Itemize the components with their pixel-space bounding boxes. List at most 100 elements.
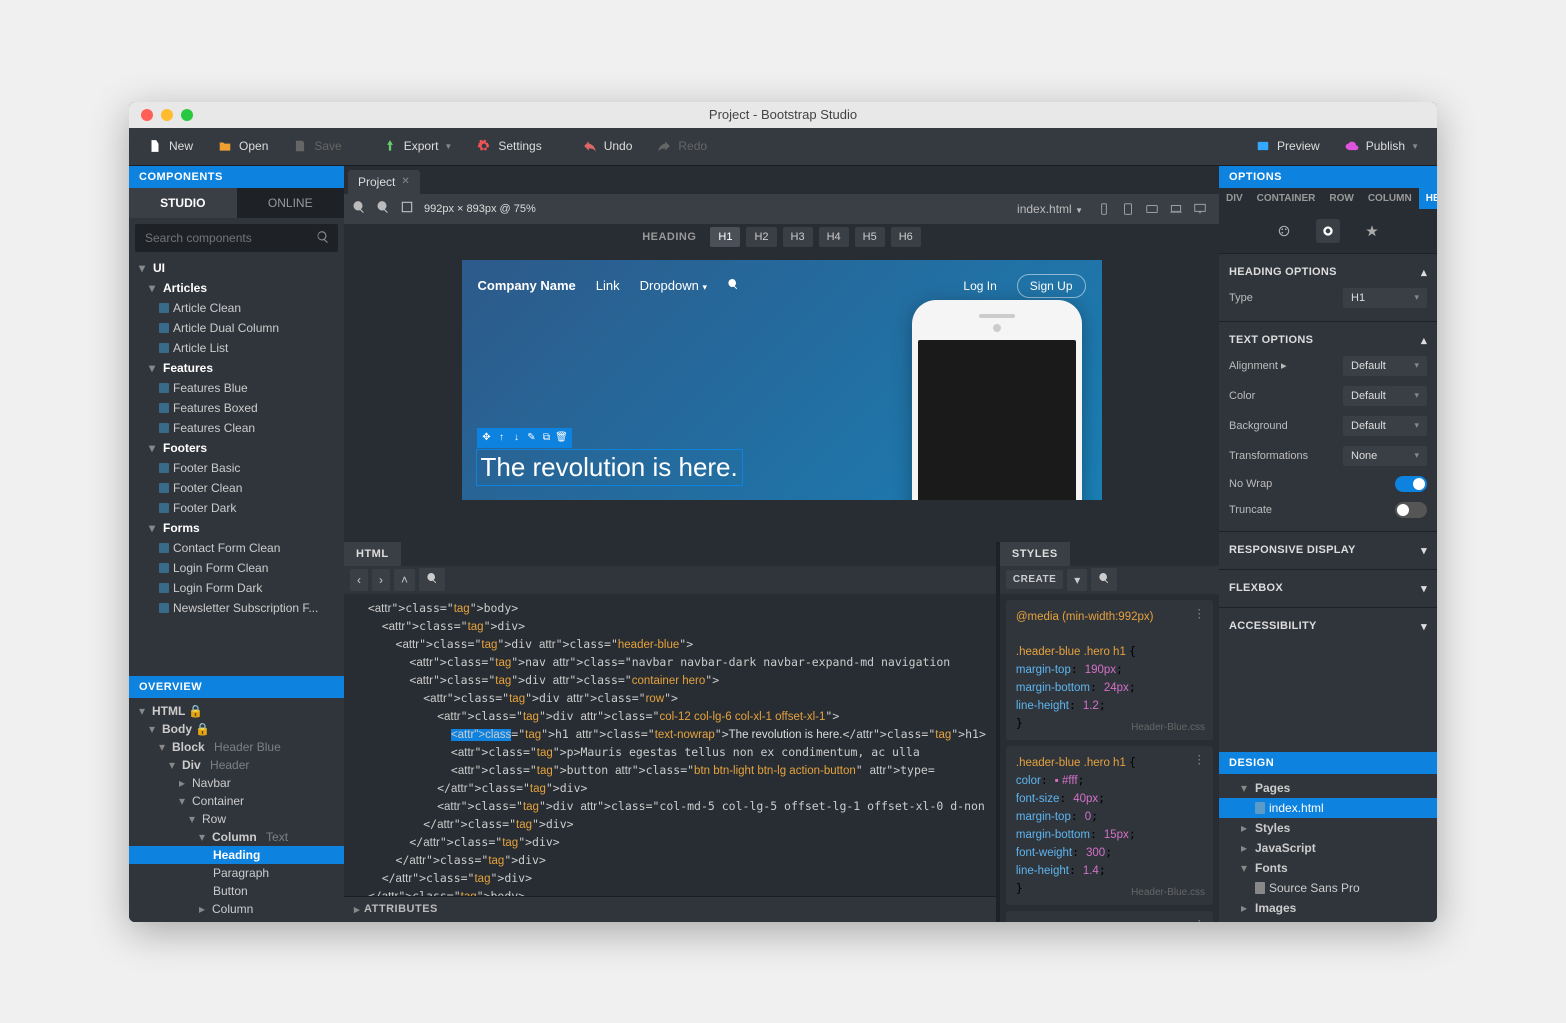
open-button[interactable]: Open [207, 132, 278, 160]
down-icon[interactable]: ↓ [510, 431, 524, 445]
maximize-window-icon[interactable] [181, 109, 193, 121]
preview-button[interactable]: Preview [1245, 132, 1330, 160]
nav-up-icon[interactable]: ˄ [394, 569, 415, 591]
dt-index-file[interactable]: index.html [1219, 798, 1437, 818]
tree-item[interactable]: Article List [129, 338, 344, 358]
new-button[interactable]: New [137, 132, 203, 160]
publish-button[interactable]: Publish▼ [1334, 132, 1429, 160]
undo-button[interactable]: Undo [572, 132, 643, 160]
up-icon[interactable]: ↑ [495, 431, 509, 445]
more-icon[interactable]: ⋮ [1194, 752, 1206, 769]
device-desktop-icon[interactable] [1189, 198, 1211, 220]
ovw-container[interactable]: Container [129, 792, 344, 810]
ovw-paragraph[interactable]: Paragraph [129, 864, 344, 882]
preview-hero-heading[interactable]: The revolution is here. [477, 450, 742, 485]
device-phone-icon[interactable] [1093, 198, 1115, 220]
nav-prev-icon[interactable]: ‹ [350, 569, 368, 591]
dt-pages[interactable]: Pages [1219, 778, 1437, 798]
export-button[interactable]: Export▼ [372, 132, 463, 160]
tree-footers[interactable]: Footers [129, 438, 344, 458]
device-laptop-icon[interactable] [1165, 198, 1187, 220]
device-tablet-icon[interactable] [1117, 198, 1139, 220]
zoom-out-icon[interactable] [376, 200, 390, 217]
create-style-button[interactable]: CREATE [1006, 570, 1063, 589]
dt-fonts[interactable]: Fonts [1219, 858, 1437, 878]
ovw-column2[interactable]: Column [129, 900, 344, 918]
settings-button[interactable]: Settings [466, 132, 551, 160]
tree-item[interactable]: Features Blue [129, 378, 344, 398]
ovw-html[interactable]: HTML 🔒 [129, 702, 344, 720]
tree-item[interactable]: Contact Form Clean [129, 538, 344, 558]
redo-button[interactable]: Redo [646, 132, 717, 160]
crumb-column[interactable]: COLUMN [1361, 188, 1419, 209]
dt-javascript[interactable]: JavaScript [1219, 838, 1437, 858]
tree-features[interactable]: Features [129, 358, 344, 378]
search-icon[interactable] [419, 568, 445, 591]
animation-tab-icon[interactable] [1360, 219, 1384, 243]
device-tablet-wide-icon[interactable] [1141, 198, 1163, 220]
h1-button[interactable]: H1 [710, 227, 740, 247]
fit-icon[interactable] [400, 200, 414, 217]
transformations-select[interactable]: None [1343, 446, 1427, 466]
tab-online[interactable]: ONLINE [237, 188, 345, 218]
ovw-body[interactable]: Body 🔒 [129, 720, 344, 738]
html-panel-tab[interactable]: HTML [344, 542, 401, 566]
crumb-heading[interactable]: HEADING [1419, 188, 1437, 209]
accessibility-header[interactable]: ACCESSIBILITY▾ [1229, 616, 1427, 637]
truncate-toggle[interactable] [1395, 502, 1427, 518]
tree-forms[interactable]: Forms [129, 518, 344, 538]
tree-item[interactable]: Login Form Dark [129, 578, 344, 598]
options-tab-icon[interactable] [1316, 219, 1340, 243]
dt-styles[interactable]: Styles [1219, 818, 1437, 838]
text-options-header[interactable]: TEXT OPTIONS▴ [1229, 330, 1427, 351]
search-icon[interactable] [1091, 568, 1117, 591]
responsive-header[interactable]: RESPONSIVE DISPLAY▾ [1229, 540, 1427, 561]
nowrap-toggle[interactable] [1395, 476, 1427, 492]
tree-item[interactable]: Footer Dark [129, 498, 344, 518]
project-tab[interactable]: Project✕ [348, 170, 420, 194]
tree-ui[interactable]: UI [129, 258, 344, 278]
ovw-block[interactable]: Block Header Blue [129, 738, 344, 756]
more-icon[interactable]: ⋮ [1194, 917, 1206, 922]
styles-panel-tab[interactable]: STYLES [1000, 542, 1070, 566]
close-tab-icon[interactable]: ✕ [401, 176, 409, 187]
edit-icon[interactable]: ✎ [525, 431, 539, 445]
ovw-row[interactable]: Row [129, 810, 344, 828]
appearance-tab-icon[interactable] [1272, 219, 1296, 243]
tree-item[interactable]: Login Form Clean [129, 558, 344, 578]
tree-item[interactable]: Footer Basic [129, 458, 344, 478]
design-canvas[interactable]: Company Name Link Dropdown ▾ Log In Sign… [344, 250, 1219, 542]
tree-item[interactable]: Article Dual Column [129, 318, 344, 338]
tree-articles[interactable]: Articles [129, 278, 344, 298]
tree-item[interactable]: Newsletter Subscription F... [129, 598, 344, 618]
h3-button[interactable]: H3 [783, 227, 813, 247]
h4-button[interactable]: H4 [819, 227, 849, 247]
crumb-container[interactable]: CONTAINER [1250, 188, 1323, 209]
create-dropdown-icon[interactable]: ▾ [1067, 569, 1087, 591]
alignment-select[interactable]: Default [1343, 356, 1427, 376]
h5-button[interactable]: H5 [855, 227, 885, 247]
type-select[interactable]: H1 [1343, 288, 1427, 308]
attributes-panel-header[interactable]: ATTRIBUTES [344, 896, 996, 922]
heading-options-header[interactable]: HEADING OPTIONS▴ [1229, 262, 1427, 283]
ovw-heading[interactable]: Heading [129, 846, 344, 864]
crumb-row[interactable]: ROW [1322, 188, 1360, 209]
styles-body[interactable]: ⋮@media (min-width:992px).header-blue .h… [1000, 594, 1219, 922]
html-code-view[interactable]: <attr">class="tag">body> <attr">class="t… [344, 594, 996, 896]
close-window-icon[interactable] [141, 109, 153, 121]
nav-next-icon[interactable]: › [372, 569, 390, 591]
search-input[interactable] [135, 224, 338, 252]
copy-icon[interactable]: ⧉ [540, 431, 554, 445]
tree-item[interactable]: Features Boxed [129, 398, 344, 418]
flexbox-header[interactable]: FLEXBOX▾ [1229, 578, 1427, 599]
tree-item[interactable]: Footer Clean [129, 478, 344, 498]
zoom-in-icon[interactable] [352, 200, 366, 217]
current-file-dropdown[interactable]: index.html ▼ [1017, 202, 1083, 216]
ovw-button[interactable]: Button [129, 882, 344, 900]
dt-font-item[interactable]: Source Sans Pro [1219, 878, 1437, 898]
save-button[interactable]: Save [282, 132, 351, 160]
background-select[interactable]: Default [1343, 416, 1427, 436]
css-rule-card[interactable]: ⋮.header-blue .hero h1 { color: ▪ #fff; … [1006, 746, 1213, 905]
css-rule-card[interactable]: ⋮.text-nowrap { white-space: nowrap!impo… [1006, 911, 1213, 922]
css-rule-card[interactable]: ⋮@media (min-width:992px).header-blue .h… [1006, 600, 1213, 740]
